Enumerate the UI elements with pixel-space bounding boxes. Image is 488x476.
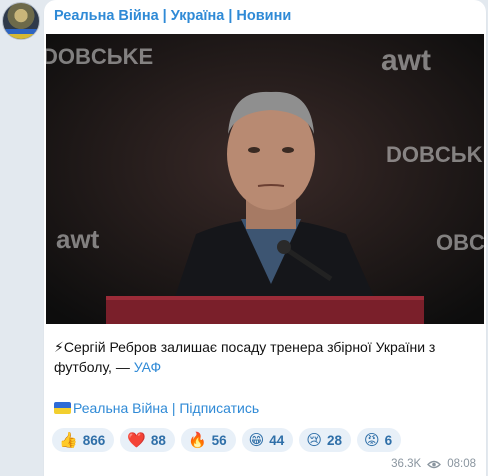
channel-avatar[interactable] xyxy=(2,2,40,40)
post-photo[interactable]: awt DOBCЬKE awt OBC DOBCЬKE xyxy=(46,34,484,324)
post-caption: ⚡Сергій Ребров залишає посаду тренера зб… xyxy=(54,337,474,377)
avatar-flag-stripe xyxy=(3,29,39,39)
caption-text: Сергій Ребров залишає посаду тренера збі… xyxy=(54,339,436,375)
reaction-count: 44 xyxy=(269,432,285,448)
subscribe-link[interactable]: Реальна Війна | Підписатись xyxy=(54,400,259,416)
reaction-count: 28 xyxy=(326,432,342,448)
fire-icon: 🔥 xyxy=(187,431,207,449)
svg-text:DOBCЬKE: DOBCЬKE xyxy=(386,142,484,167)
channel-title[interactable]: Реальна Війна | Україна | Новини xyxy=(54,8,291,24)
reaction-heart[interactable]: ❤️ 88 xyxy=(120,428,175,452)
heart-icon: ❤️ xyxy=(127,431,146,449)
reaction-angry[interactable]: 😡 6 xyxy=(357,428,402,452)
message-meta: 36.3K 08:08 xyxy=(391,458,476,470)
reaction-count: 56 xyxy=(211,432,227,448)
svg-text:OBC: OBC xyxy=(436,230,484,255)
reaction-count: 88 xyxy=(150,432,166,448)
angry-icon: 😡 xyxy=(364,431,380,449)
reaction-count: 866 xyxy=(82,432,106,448)
source-link[interactable]: УАФ xyxy=(134,359,161,375)
thumbs-up-icon: 👍 xyxy=(59,431,78,449)
message-time: 08:08 xyxy=(447,458,476,470)
reaction-thumbs-up[interactable]: 👍 866 xyxy=(52,428,115,452)
reactions-bar: 👍 866 ❤️ 88 🔥 56 😁 44 😢 28 😡 6 xyxy=(52,428,402,452)
svg-text:awt: awt xyxy=(381,44,431,77)
coach-press-conference-image: awt DOBCЬKE awt OBC DOBCЬKE xyxy=(46,34,484,324)
reaction-cry[interactable]: 😢 28 xyxy=(299,428,351,452)
view-count: 36.3K xyxy=(391,458,422,470)
subscribe-label[interactable]: Реальна Війна | Підписатись xyxy=(73,400,259,416)
grin-icon: 😁 xyxy=(248,431,265,449)
svg-text:DOBCЬKE: DOBCЬKE xyxy=(46,44,153,69)
svg-text:awt: awt xyxy=(56,224,100,254)
eye-icon xyxy=(427,460,442,468)
reaction-grin[interactable]: 😁 44 xyxy=(241,428,294,452)
lightning-icon: ⚡ xyxy=(54,339,64,355)
reaction-count: 6 xyxy=(384,432,393,448)
message-bubble: Реальна Війна | Україна | Новини awt DOB… xyxy=(44,0,486,476)
reaction-fire[interactable]: 🔥 56 xyxy=(180,428,236,452)
ukraine-flag-icon xyxy=(54,402,71,414)
cry-icon: 😢 xyxy=(306,431,322,449)
